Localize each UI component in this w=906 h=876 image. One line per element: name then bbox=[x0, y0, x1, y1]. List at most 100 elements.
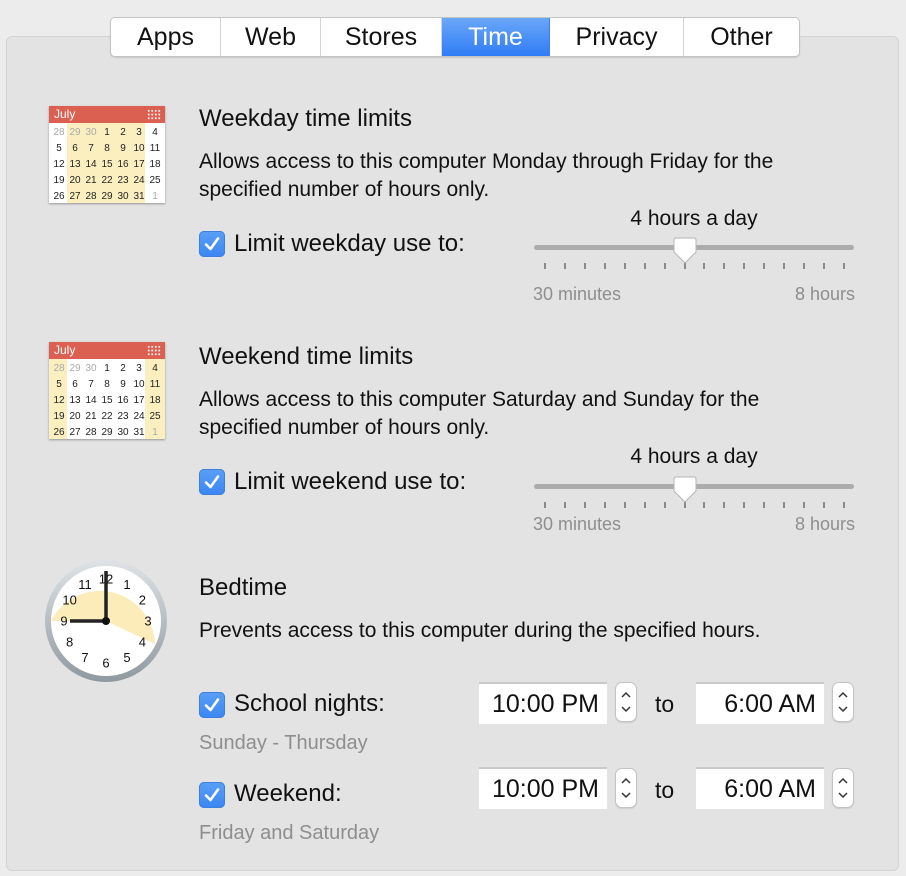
school-nights-checkbox[interactable] bbox=[199, 692, 225, 718]
calendar-day: 11 bbox=[149, 143, 161, 154]
weekend-title: Weekend time limits bbox=[199, 343, 414, 370]
weekday-slider-min: 30 minutes bbox=[533, 284, 622, 304]
to-label: to bbox=[655, 691, 675, 717]
calendar-day: 27 bbox=[69, 427, 81, 438]
school-nights-label[interactable]: School nights: bbox=[234, 690, 385, 718]
slider-tick bbox=[623, 263, 626, 269]
calendar-weekend-icon: July 28 29 30 1 2 3 4 5 6 7 8 9 10 11 12 13 14 15 16 17 18 19… bbox=[49, 342, 165, 439]
calendar-day: 10 bbox=[133, 143, 145, 154]
weekend-description-line1: Allows access to this computer Saturday … bbox=[199, 388, 760, 411]
calendar-day: 6 bbox=[72, 143, 78, 154]
school-nights-days: Sunday - Thursday bbox=[199, 732, 368, 754]
weekend-bedtime-label[interactable]: Weekend: bbox=[234, 780, 342, 808]
chevron-up-icon[interactable] bbox=[838, 777, 848, 784]
tab-web[interactable]: Web bbox=[221, 18, 321, 56]
tab-stores[interactable]: Stores bbox=[321, 18, 442, 56]
weekday-limit-label[interactable]: Limit weekday use to: bbox=[234, 230, 465, 258]
tab-time[interactable]: Time bbox=[442, 18, 550, 56]
calendar-day: 2 bbox=[120, 363, 126, 374]
clock-center bbox=[102, 617, 110, 625]
tab-apps[interactable]: Apps bbox=[111, 18, 221, 56]
calendar-day: 10 bbox=[133, 379, 145, 390]
calendar-day: 18 bbox=[149, 159, 161, 170]
calendar-day: 11 bbox=[149, 379, 161, 390]
weekend-limit-checkbox[interactable] bbox=[199, 469, 225, 495]
weekday-time-slider[interactable] bbox=[534, 237, 854, 277]
slider-thumb[interactable] bbox=[673, 237, 697, 265]
weekend-slider-min: 30 minutes bbox=[533, 514, 622, 534]
school-nights-start-stepper[interactable] bbox=[615, 682, 637, 722]
calendar-day: 1 bbox=[104, 127, 110, 138]
chevron-down-icon[interactable] bbox=[838, 792, 848, 799]
calendar-day: 5 bbox=[56, 143, 62, 154]
weekend-end-stepper[interactable] bbox=[832, 768, 854, 808]
weekend-bedtime-checkbox[interactable] bbox=[199, 782, 225, 808]
calendar-day: 19 bbox=[53, 411, 65, 422]
school-nights-end-stepper[interactable] bbox=[832, 682, 854, 722]
chevron-down-icon[interactable] bbox=[621, 706, 631, 713]
chevron-up-icon[interactable] bbox=[621, 777, 631, 784]
calendar-day: 13 bbox=[69, 395, 81, 406]
calendar-day: 30 bbox=[117, 427, 129, 438]
slider-tick bbox=[803, 263, 806, 269]
chevron-down-icon[interactable] bbox=[621, 792, 631, 799]
calendar-day: 13 bbox=[69, 159, 81, 170]
slider-thumb[interactable] bbox=[673, 476, 697, 504]
chevron-up-icon[interactable] bbox=[838, 691, 848, 698]
calendar-day: 17 bbox=[133, 159, 145, 170]
weekday-slider-max: 8 hours bbox=[794, 284, 855, 304]
checkmark-icon bbox=[204, 475, 220, 489]
weekend-time-slider[interactable] bbox=[534, 476, 854, 516]
tab-other[interactable]: Other bbox=[684, 18, 799, 56]
weekday-limit-checkbox[interactable] bbox=[199, 231, 225, 257]
calendar-day: 30 bbox=[117, 191, 129, 202]
calendar-day: 1 bbox=[152, 191, 158, 202]
calendar-day: 17 bbox=[133, 395, 145, 406]
calendar-day: 24 bbox=[133, 411, 145, 422]
to-label: to bbox=[655, 777, 675, 803]
weekend-end-time[interactable]: 6:00 AM bbox=[696, 767, 824, 809]
weekday-title: Weekday time limits bbox=[199, 105, 412, 132]
school-nights-start-time[interactable]: 10:00 PM bbox=[479, 682, 607, 724]
slider-tick bbox=[723, 502, 726, 508]
checkmark-icon bbox=[204, 237, 220, 251]
calendar-day: 12 bbox=[53, 395, 65, 406]
slider-tick bbox=[743, 502, 746, 508]
tab-bar: Apps Web Stores Time Privacy Other bbox=[110, 17, 800, 57]
calendar-day: 6 bbox=[72, 379, 78, 390]
calendar-day: 2 bbox=[120, 127, 126, 138]
clock-icon: 121234567891011 bbox=[45, 560, 167, 682]
slider-tick bbox=[643, 263, 646, 269]
weekend-start-stepper[interactable] bbox=[615, 768, 637, 808]
slider-tick bbox=[783, 263, 786, 269]
weekend-start-time[interactable]: 10:00 PM bbox=[479, 767, 607, 809]
clock-number: 9 bbox=[60, 614, 67, 629]
calendar-day: 31 bbox=[133, 191, 145, 202]
clock-number: 5 bbox=[123, 650, 130, 665]
calendar-day: 12 bbox=[53, 159, 65, 170]
calendar-day: 23 bbox=[117, 411, 129, 422]
calendar-day: 29 bbox=[101, 191, 113, 202]
calendar-grid-icon bbox=[147, 109, 161, 120]
tab-privacy[interactable]: Privacy bbox=[550, 18, 684, 56]
calendar-month: July bbox=[54, 107, 76, 121]
calendar-day: 9 bbox=[120, 379, 126, 390]
calendar-day: 20 bbox=[69, 175, 81, 186]
clock-number: 10 bbox=[62, 593, 76, 608]
clock-number: 8 bbox=[66, 635, 73, 650]
slider-tick bbox=[743, 263, 746, 269]
clock-number: 4 bbox=[139, 635, 146, 650]
calendar-day: 14 bbox=[85, 159, 97, 170]
calendar-day: 4 bbox=[152, 127, 158, 138]
calendar-day: 8 bbox=[104, 143, 110, 154]
slider-tick bbox=[603, 263, 606, 269]
chevron-up-icon[interactable] bbox=[621, 691, 631, 698]
weekend-limit-label[interactable]: Limit weekend use to: bbox=[234, 468, 466, 496]
chevron-down-icon[interactable] bbox=[838, 706, 848, 713]
calendar-day: 21 bbox=[85, 411, 97, 422]
slider-tick bbox=[623, 502, 626, 508]
weekday-description-line1: Allows access to this computer Monday th… bbox=[199, 150, 774, 173]
school-nights-end-time[interactable]: 6:00 AM bbox=[696, 682, 824, 724]
checkmark-icon bbox=[204, 788, 220, 802]
weekend-description-line2: specified number of hours only. bbox=[199, 416, 490, 439]
